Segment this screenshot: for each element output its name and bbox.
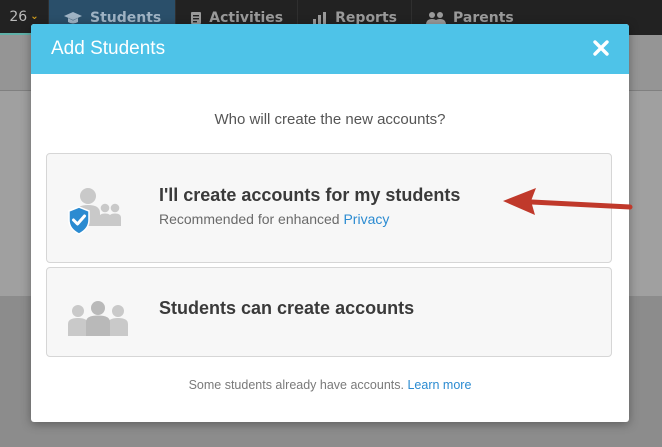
people-icon: [426, 11, 446, 25]
modal-header: Add Students: [31, 24, 629, 74]
close-button[interactable]: [590, 37, 612, 59]
modal-question: Who will create the new accounts?: [214, 111, 446, 128]
chevron-down-icon: ⌄: [30, 11, 39, 22]
document-icon: [191, 11, 202, 24]
students-shield-icon: [68, 188, 121, 235]
option-title: Students can create accounts: [159, 298, 415, 318]
graduation-cap-icon: [64, 11, 82, 23]
annotation-arrow: [503, 188, 633, 215]
add-students-modal: Add Students Who will create the new acc…: [31, 24, 629, 422]
option-students-create-accounts[interactable]: Students can create accounts: [46, 267, 612, 357]
modal-title: Add Students: [51, 38, 166, 59]
subtitle-text: Recommended for enhanced: [159, 211, 344, 227]
privacy-link[interactable]: Privacy: [343, 211, 389, 227]
students-group-icon: [68, 301, 128, 336]
learn-more-link[interactable]: Learn more: [407, 378, 471, 392]
class-number: 26: [9, 8, 28, 25]
footer-note: Some students already have accounts. Lea…: [31, 378, 629, 392]
option-title: I'll create accounts for my students: [159, 185, 461, 205]
close-icon: [593, 40, 609, 56]
option-subtitle: Recommended for enhanced Privacy: [159, 211, 389, 227]
footer-text: Some students already have accounts.: [188, 378, 404, 392]
bar-chart-icon: [313, 11, 327, 25]
